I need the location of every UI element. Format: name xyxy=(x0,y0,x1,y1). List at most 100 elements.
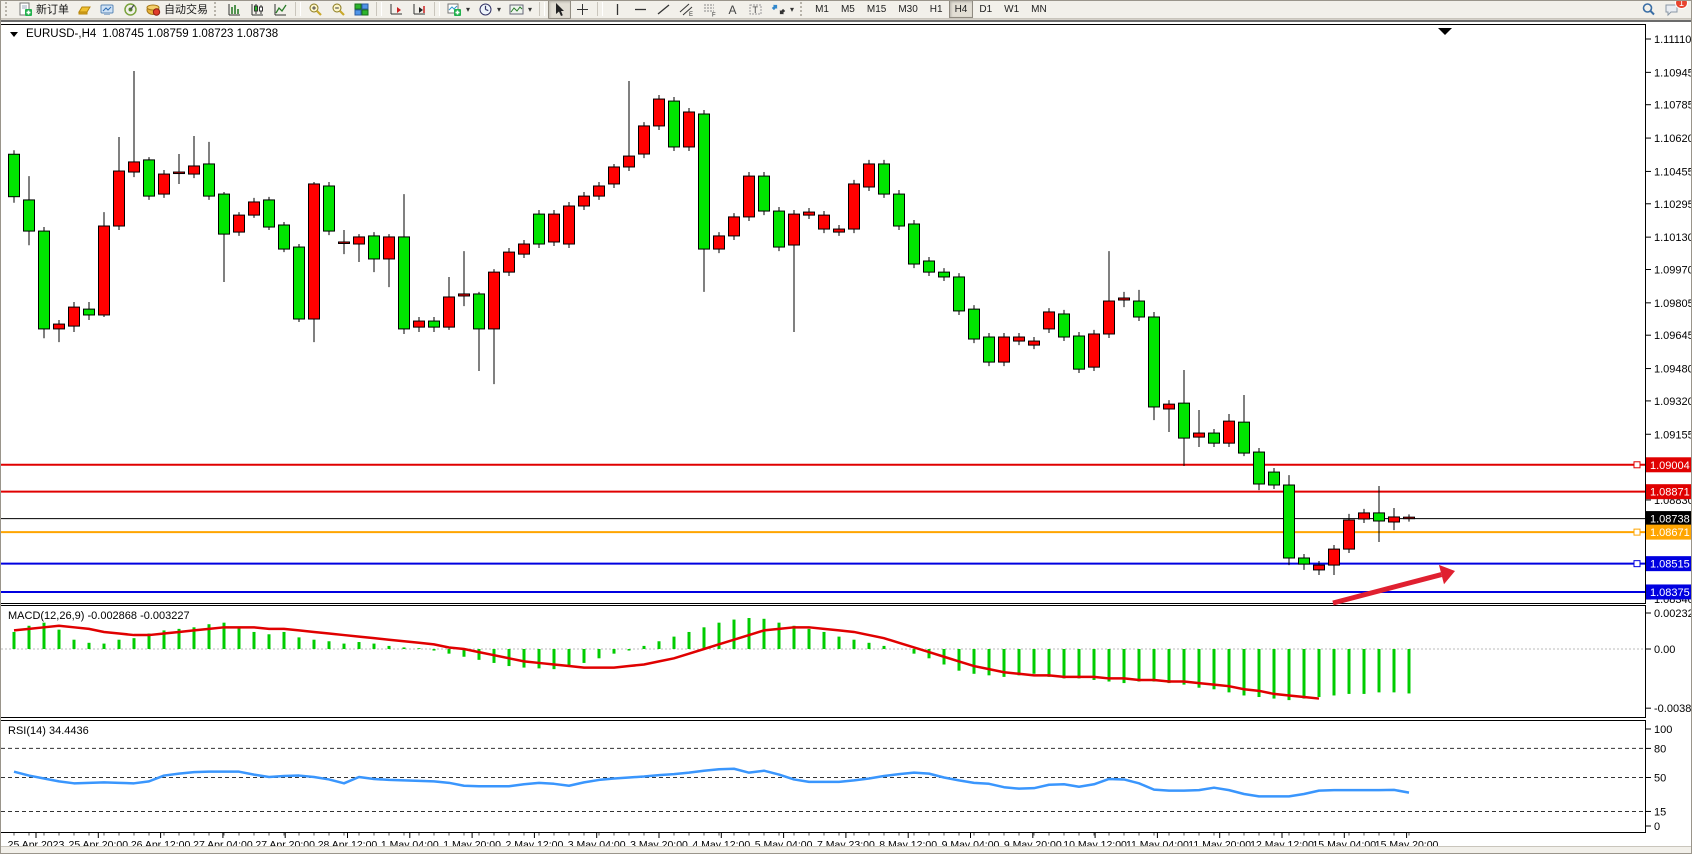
toolbar-grip xyxy=(214,2,221,16)
clock-icon xyxy=(478,2,493,17)
svg-text:1.11110: 1.11110 xyxy=(1654,34,1691,46)
collapse-triangle-icon[interactable] xyxy=(10,32,18,37)
auto-scroll-icon xyxy=(389,2,404,17)
timeframe-h1-button[interactable]: H1 xyxy=(924,0,949,18)
arrows-tool[interactable]: ▾ xyxy=(767,0,798,19)
trendline-tool[interactable] xyxy=(652,0,675,19)
auto-trading-label: 自动交易 xyxy=(164,1,208,17)
cursor-tool-button[interactable] xyxy=(548,0,571,19)
templates-button[interactable]: ▾ xyxy=(505,0,536,19)
svg-text:1.09320: 1.09320 xyxy=(1654,396,1692,408)
chart-shift-icon xyxy=(412,2,427,17)
candlestick-chart-icon xyxy=(250,2,265,17)
channel-icon: E xyxy=(679,2,694,17)
toolbar-separator xyxy=(376,2,382,16)
new-order-button[interactable]: 新订单 xyxy=(14,0,73,19)
toolbar-separator xyxy=(434,2,440,16)
tile-windows-icon xyxy=(354,2,369,17)
svg-text:1.10130: 1.10130 xyxy=(1654,232,1692,244)
monitor-icon xyxy=(100,2,115,17)
chart-window[interactable]: EURUSD-,H4 1.08745 1.08759 1.08723 1.087… xyxy=(0,20,1692,849)
text-tool[interactable]: A xyxy=(721,0,744,19)
macd-values: -0.002868 -0.003227 xyxy=(87,610,189,622)
zoom-in-button[interactable] xyxy=(304,0,327,19)
auto-trading-button[interactable]: 自动交易 xyxy=(142,0,212,19)
horizontal-line-tool[interactable] xyxy=(629,0,652,19)
svg-text:1.08738: 1.08738 xyxy=(1650,514,1690,526)
svg-text:A: A xyxy=(729,3,737,17)
chart-shift-button[interactable] xyxy=(408,0,431,19)
chart-title: EURUSD-,H4 1.08745 1.08759 1.08723 1.087… xyxy=(10,28,278,40)
dropdown-arrow-icon: ▾ xyxy=(528,5,532,14)
rsi-value: 34.4436 xyxy=(49,725,89,737)
svg-text:1.10455: 1.10455 xyxy=(1654,166,1692,178)
svg-text:50: 50 xyxy=(1654,773,1666,785)
svg-text:1.08671: 1.08671 xyxy=(1650,527,1690,539)
candlestick-chart[interactable]: 1.111101.109451.107851.106201.104551.102… xyxy=(0,22,1692,851)
notification-badge: 1 xyxy=(1675,0,1688,9)
crosshair-icon xyxy=(575,2,590,17)
status-bar xyxy=(0,846,1692,854)
new-chart-button[interactable]: ▾ xyxy=(443,0,474,19)
toolbar-grip xyxy=(800,2,807,16)
mql5-button[interactable] xyxy=(73,0,96,19)
new-order-label: 新订单 xyxy=(36,1,69,17)
timeframe-h4-button[interactable]: H4 xyxy=(949,0,974,18)
crosshair-tool-button[interactable] xyxy=(571,0,594,19)
dropdown-arrow-icon: ▾ xyxy=(497,5,501,14)
market-watch-button[interactable] xyxy=(96,0,119,19)
dropdown-arrow-icon: ▾ xyxy=(466,5,470,14)
svg-text:15: 15 xyxy=(1654,806,1666,818)
macd-name: MACD(12,26,9) xyxy=(8,610,84,622)
svg-text:1.10295: 1.10295 xyxy=(1654,199,1692,211)
auto-scroll-button[interactable] xyxy=(385,0,408,19)
timeframe-m5-button[interactable]: M5 xyxy=(835,0,861,18)
template-chart-icon xyxy=(509,2,524,17)
rsi-indicator-label: RSI(14) 34.4436 xyxy=(8,725,89,737)
svg-text:E: E xyxy=(689,12,693,17)
cursor-icon xyxy=(552,2,567,17)
toolbar-grip[interactable] xyxy=(5,2,12,16)
signal-icon xyxy=(123,2,138,17)
timeframe-d1-button[interactable]: D1 xyxy=(973,0,998,18)
channel-tool[interactable]: E xyxy=(675,0,698,19)
chat-button[interactable]: 1 xyxy=(1660,0,1683,19)
arrows-icon xyxy=(771,2,786,17)
fibonacci-icon: F xyxy=(702,2,717,17)
vertical-line-icon xyxy=(610,2,625,17)
svg-text:1.09155: 1.09155 xyxy=(1654,429,1692,441)
bar-chart-button[interactable] xyxy=(223,0,246,19)
signals-button[interactable] xyxy=(119,0,142,19)
text-icon: A xyxy=(725,2,740,17)
candlestick-chart-button[interactable] xyxy=(246,0,269,19)
periods-button[interactable]: ▾ xyxy=(474,0,505,19)
svg-text:1.09004: 1.09004 xyxy=(1650,460,1690,472)
timeframe-m30-button[interactable]: M30 xyxy=(892,0,923,18)
macd-indicator-label: MACD(12,26,9) -0.002868 -0.003227 xyxy=(8,610,190,622)
chart-ohlc-values: 1.08745 1.08759 1.08723 1.08738 xyxy=(102,28,278,40)
tile-windows-button[interactable] xyxy=(350,0,373,19)
search-icon xyxy=(1641,2,1656,17)
text-label-tool[interactable]: T xyxy=(744,0,767,19)
new-chart-icon xyxy=(447,2,462,17)
zoom-out-button[interactable] xyxy=(327,0,350,19)
svg-text:0.00: 0.00 xyxy=(1654,644,1675,656)
vertical-line-tool[interactable] xyxy=(606,0,629,19)
timeframe-m1-button[interactable]: M1 xyxy=(809,0,835,18)
timeframe-m15-button[interactable]: M15 xyxy=(861,0,892,18)
timeframe-mn-button[interactable]: MN xyxy=(1025,0,1053,18)
line-chart-button[interactable] xyxy=(269,0,292,19)
fibonacci-tool[interactable]: F xyxy=(698,0,721,19)
horizontal-line-icon xyxy=(633,2,648,17)
search-button[interactable] xyxy=(1637,0,1660,19)
toolbar-separator xyxy=(597,2,603,16)
dropdown-arrow-icon: ▾ xyxy=(790,5,794,14)
svg-text:1.08515: 1.08515 xyxy=(1650,559,1690,571)
svg-text:1.08375: 1.08375 xyxy=(1650,587,1690,599)
new-order-icon xyxy=(18,2,33,17)
gold-bar-icon xyxy=(77,2,92,17)
auto-trading-icon xyxy=(146,2,161,17)
svg-text:1.09480: 1.09480 xyxy=(1654,364,1692,376)
timeframe-w1-button[interactable]: W1 xyxy=(998,0,1025,18)
text-label-icon: T xyxy=(748,2,763,17)
